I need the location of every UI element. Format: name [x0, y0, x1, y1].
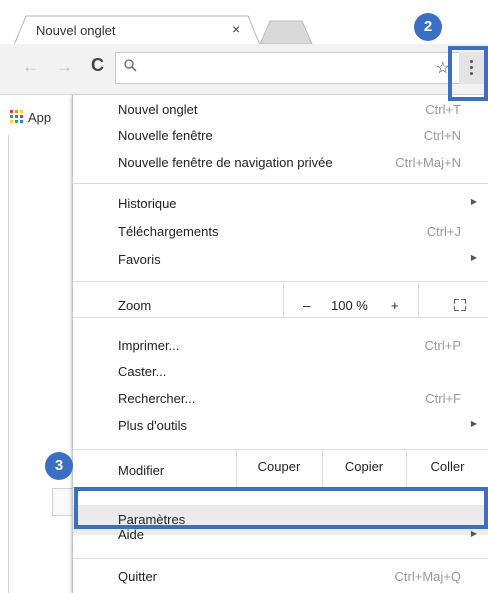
- submenu-arrow-icon: ▶: [470, 253, 477, 262]
- cut-button[interactable]: Couper: [236, 449, 322, 485]
- copy-button[interactable]: Copier: [322, 449, 406, 485]
- menu-item-label: Quitter: [118, 569, 158, 584]
- menu-item-label: Nouvel onglet: [118, 102, 198, 117]
- back-icon[interactable]: ←: [22, 57, 39, 77]
- menu-item-shortcut: Ctrl+T: [425, 102, 461, 117]
- menu-item-incognito-window[interactable]: Nouvelle fenêtre de navigation privée Ct…: [73, 152, 488, 174]
- menu-item-more-tools[interactable]: Plus d'outils ▶: [73, 415, 488, 437]
- menu-divider: [73, 281, 488, 282]
- menu-item-label: Rechercher...: [118, 391, 196, 406]
- submenu-arrow-icon: ▶: [470, 529, 477, 538]
- menu-item-history[interactable]: Historique ▶: [73, 193, 488, 215]
- submenu-arrow-icon: ▶: [470, 419, 477, 428]
- reload-icon[interactable]: C: [91, 55, 104, 76]
- search-icon: [124, 59, 137, 75]
- menu-item-shortcut: Ctrl+N: [423, 128, 461, 143]
- step-badge-2: 2: [414, 13, 442, 41]
- fullscreen-icon[interactable]: [454, 299, 466, 311]
- menu-item-quit[interactable]: Quitter Ctrl+Maj+Q: [73, 566, 488, 588]
- zoom-divider: [283, 283, 284, 317]
- zoom-level: 100 %: [331, 298, 368, 313]
- edit-label: Modifier: [118, 463, 165, 478]
- menu-item-bookmarks[interactable]: Favoris ▶: [73, 249, 488, 271]
- menu-item-shortcut: Ctrl+F: [425, 391, 461, 406]
- menu-item-label: Imprimer...: [118, 338, 180, 353]
- menu-item-cast[interactable]: Caster...: [73, 361, 488, 383]
- new-tab-button[interactable]: [258, 20, 314, 44]
- zoom-in-button[interactable]: +: [391, 298, 399, 313]
- menu-item-new-window[interactable]: Nouvelle fenêtre Ctrl+N: [73, 125, 488, 147]
- menu-item-label: Historique: [118, 196, 177, 211]
- menu-item-label: Plus d'outils: [118, 418, 187, 433]
- tab-close-icon[interactable]: ×: [232, 21, 240, 37]
- forward-icon[interactable]: →: [56, 57, 73, 77]
- menu-item-label: Aide: [118, 529, 145, 542]
- menu-item-downloads[interactable]: Téléchargements Ctrl+J: [73, 221, 488, 243]
- menu-item-new-tab[interactable]: Nouvel onglet Ctrl+T: [73, 99, 488, 121]
- address-bar[interactable]: ☆: [115, 52, 461, 84]
- step-badge-3: 3: [45, 452, 73, 480]
- apps-grid-icon[interactable]: [10, 110, 24, 124]
- apps-label[interactable]: App: [28, 110, 51, 125]
- menu-item-label: Téléchargements: [118, 224, 219, 239]
- menu-item-shortcut: Ctrl+Maj+N: [395, 155, 461, 170]
- menu-divider: [73, 183, 488, 184]
- menu-item-help[interactable]: Aide ▶: [73, 529, 488, 545]
- menu-item-shortcut: Ctrl+P: [424, 338, 461, 353]
- zoom-out-button[interactable]: –: [303, 298, 310, 313]
- page-left-border: [8, 135, 9, 593]
- menu-item-find[interactable]: Rechercher... Ctrl+F: [73, 388, 488, 410]
- menu-item-label: Nouvelle fenêtre de navigation privée: [118, 155, 333, 170]
- zoom-divider: [418, 283, 419, 317]
- menu-item-print[interactable]: Imprimer... Ctrl+P: [73, 335, 488, 357]
- menu-item-label: Favoris: [118, 252, 161, 267]
- highlight-box-settings: [74, 487, 488, 529]
- tab-nouvel-onglet[interactable]: Nouvel onglet ×: [14, 15, 260, 45]
- menu-zoom-row: Zoom – 100 % +: [73, 295, 488, 317]
- toolbar: ← → C ☆: [0, 44, 488, 95]
- paste-button[interactable]: Coller: [406, 449, 488, 485]
- menu-item-label: Nouvelle fenêtre: [118, 128, 213, 143]
- highlight-box-menu-button: [448, 46, 488, 101]
- menu-divider: [73, 558, 488, 559]
- menu-item-shortcut: Ctrl+Maj+Q: [394, 569, 461, 584]
- zoom-label: Zoom: [118, 298, 152, 313]
- menu-item-shortcut: Ctrl+J: [426, 224, 461, 239]
- menu-item-label: Caster...: [118, 364, 167, 379]
- tab-title: Nouvel onglet: [36, 23, 116, 38]
- submenu-arrow-icon: ▶: [470, 197, 477, 206]
- menu-divider: [73, 317, 488, 318]
